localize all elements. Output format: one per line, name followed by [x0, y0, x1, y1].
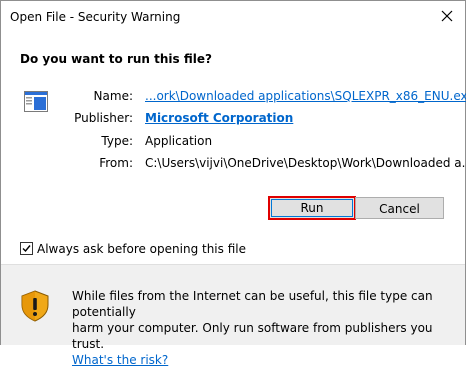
cancel-button[interactable]: Cancel — [355, 197, 444, 219]
publisher-link[interactable]: Microsoft Corporation — [145, 111, 293, 125]
warning-footer: While files from the Internet can be use… — [1, 264, 465, 367]
always-ask-checkbox[interactable] — [20, 242, 33, 255]
close-icon[interactable] — [438, 7, 456, 25]
run-button[interactable]: Run — [268, 196, 356, 220]
checkmark-icon — [22, 245, 31, 253]
name-label: Name: — [93, 89, 133, 103]
title-bar: Open File - Security Warning — [1, 1, 465, 33]
run-button-focus-ring — [271, 199, 353, 217]
type-value: Application — [145, 134, 213, 148]
warning-line-2: harm your computer. Only run software fr… — [72, 321, 433, 351]
warning-line-1: While files from the Internet can be use… — [72, 289, 433, 319]
cancel-button-label: Cancel — [379, 202, 420, 216]
window-title: Open File - Security Warning — [10, 10, 181, 24]
warning-shield-icon — [21, 290, 49, 322]
whats-the-risk-link[interactable]: What's the risk? — [72, 353, 168, 367]
from-value: C:\Users\vijvi\OneDrive\Desktop\Work\Dow… — [145, 156, 466, 170]
type-label: Type: — [101, 134, 133, 148]
security-warning-dialog: Open File - Security Warning Do you want… — [0, 0, 466, 367]
dialog-question: Do you want to run this file? — [20, 52, 212, 66]
warning-text-block: While files from the Internet can be use… — [72, 288, 452, 368]
publisher-label: Publisher: — [74, 111, 133, 125]
always-ask-label[interactable]: Always ask before opening this file — [37, 242, 246, 256]
from-label: From: — [99, 156, 133, 170]
file-name-link[interactable]: ...ork\Downloaded applications\SQLEXPR_x… — [145, 89, 466, 103]
